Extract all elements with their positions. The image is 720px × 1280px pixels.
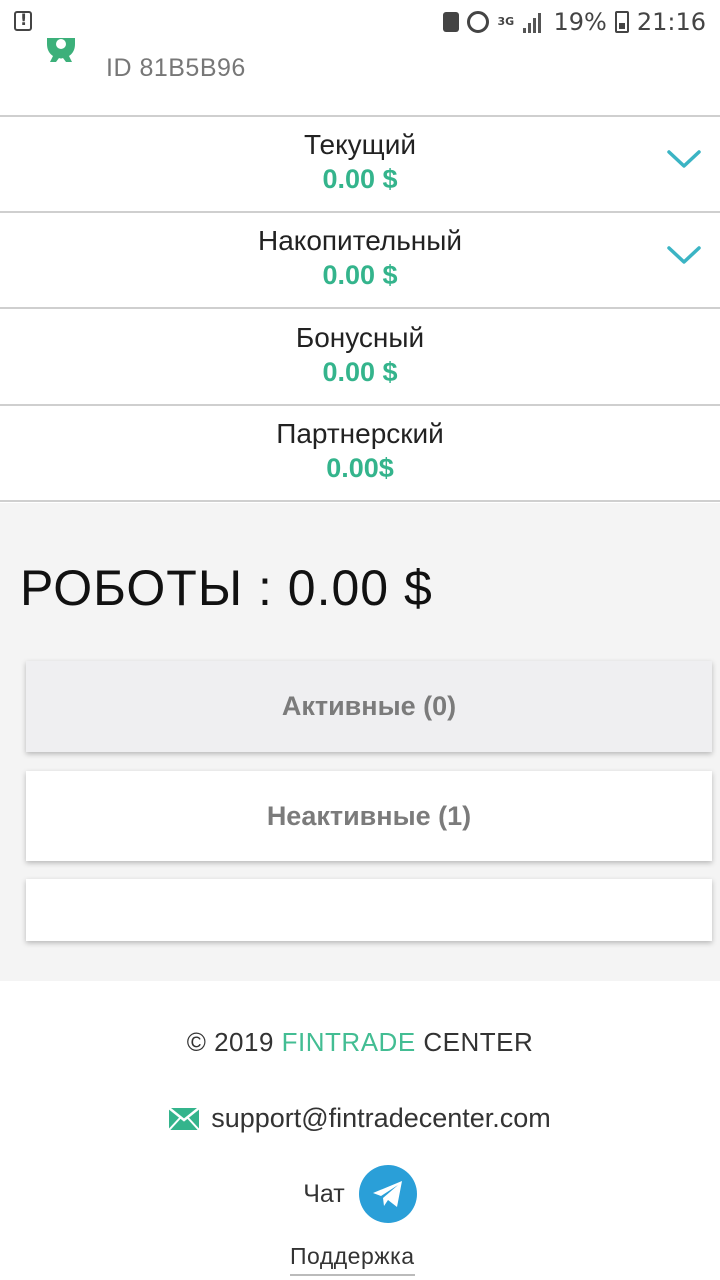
header: ID 81B5B96 [0,38,720,117]
chevron-down-icon[interactable] [666,243,702,267]
recycle-lock-icon [443,12,460,32]
brand-rest: CENTER [415,1027,534,1057]
account-name: Партнерский [276,418,444,449]
tab-inactive-robots[interactable]: Неактивные (1) [26,771,712,861]
account-savings[interactable]: Накопительный 0.00 $ [0,213,720,309]
copyright: © 2019 FINTRADE CENTER [0,1027,720,1058]
clock: 21:16 [636,8,706,36]
signal-icon [523,11,545,33]
copyright-prefix: © 2019 [186,1027,282,1057]
account-name: Бонусный [295,322,425,353]
account-balance: 0.00 $ [322,357,398,387]
status-bar: 3G 19% 21:16 [0,0,720,44]
account-name: Текущий [304,129,416,160]
tab-empty[interactable] [26,879,712,941]
support-email-line[interactable]: support@fintradecenter.com [0,1103,720,1134]
mail-icon [169,1107,200,1130]
robots-section: РОБОТЫ : 0.00 $ Активные (0) Неактивные … [0,503,720,981]
chevron-down-icon[interactable] [666,147,702,171]
account-balance: 0.00 $ [322,260,398,290]
account-partner: Партнерский 0.00$ [0,406,720,502]
network-type: 3G [497,15,515,28]
support-link[interactable]: Поддержка [290,1243,415,1276]
battery-percent: 19% [553,8,607,36]
brand-accent: FINTRADE [281,1027,416,1057]
telegram-icon[interactable] [358,1165,417,1223]
support-email[interactable]: support@fintradecenter.com [211,1103,551,1134]
gear-icon[interactable] [42,38,80,64]
telegram-plane-icon [372,1181,402,1207]
account-bonus: Бонусный 0.00 $ [0,310,720,406]
account-balance: 0.00$ [326,453,394,483]
footer: © 2019 FINTRADE CENTER support@fintradec… [0,981,720,1280]
battery-icon [614,11,629,33]
status-bar-right: 3G 19% 21:16 [443,6,706,38]
alarm-icon [467,11,490,33]
account-balance: 0.00 $ [322,164,398,194]
tab-active-robots[interactable]: Активные (0) [26,661,712,752]
account-current[interactable]: Текущий 0.00 $ [0,117,720,213]
user-id: ID 81B5B96 [106,54,246,82]
account-name: Накопительный [257,225,463,256]
chat-line: Чат [0,1165,720,1223]
chat-label: Чат [303,1179,345,1208]
robots-title: РОБОТЫ : 0.00 $ [20,560,433,616]
notification-alert-icon [14,10,32,31]
